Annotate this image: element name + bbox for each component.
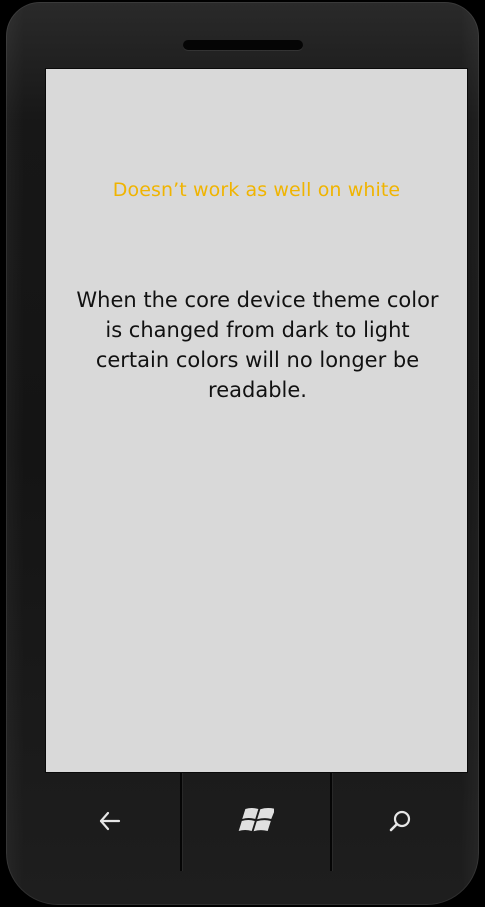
start-button[interactable] [182,773,330,873]
phone-screen: Doesn’t work as well on white When the c… [45,68,468,773]
earpiece-speaker [183,40,303,50]
page-heading: Doesn’t work as well on white [112,179,401,201]
page-body-text: When the core device theme color is chan… [76,288,439,402]
search-icon [388,809,412,837]
windows-logo-icon [238,806,276,840]
search-button[interactable] [330,773,470,873]
back-button[interactable] [50,773,170,873]
back-arrow-icon [99,811,121,835]
hardware-button-bar [10,773,475,883]
phone-device: Doesn’t work as well on white When the c… [0,0,485,907]
